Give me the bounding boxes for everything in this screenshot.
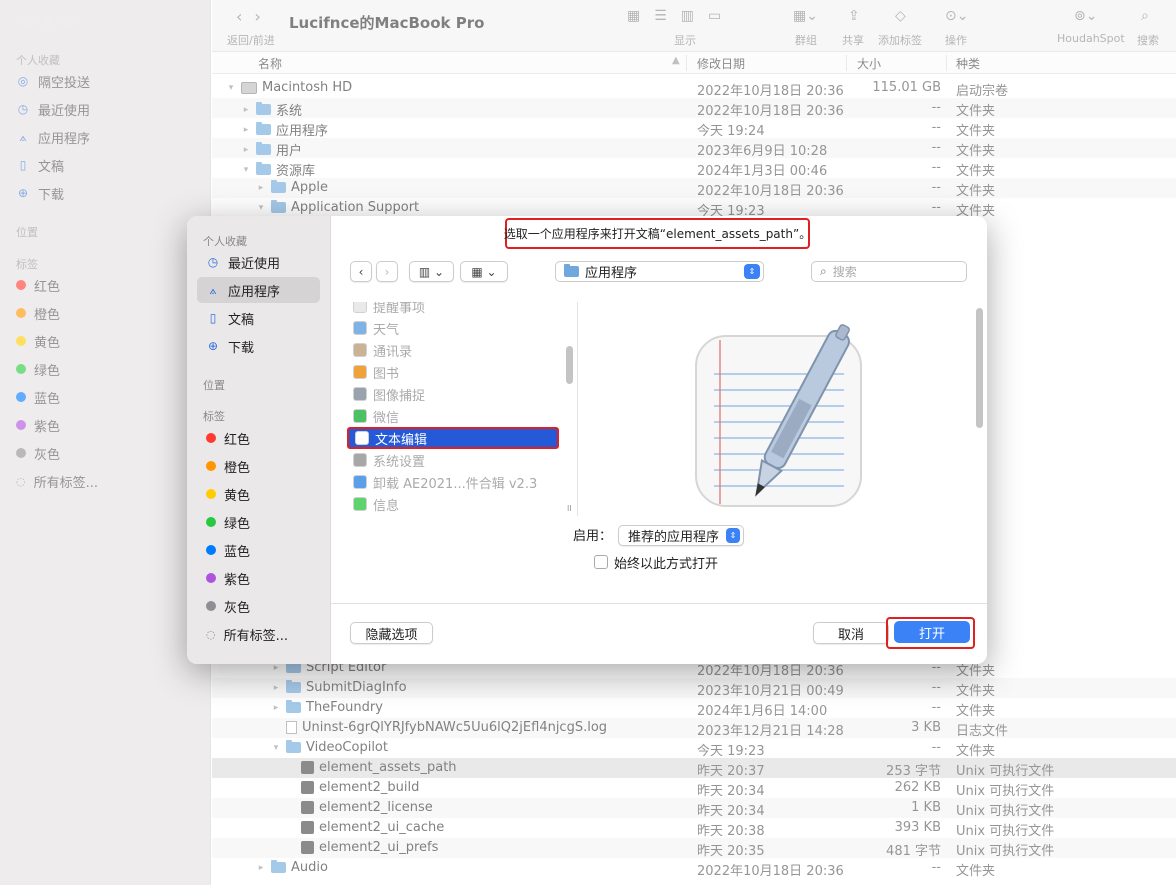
tag-color-dot-icon	[206, 517, 216, 527]
column-resize-handle[interactable]: II	[567, 504, 572, 513]
textedit-app-icon	[695, 324, 862, 507]
dialog-message: 选取一个应用程序来打开文稿“element_assets_path”。	[504, 218, 811, 249]
dialog-sidebar-downloads[interactable]: ⊕ 下载	[197, 333, 320, 359]
app-icon	[353, 343, 367, 357]
app-icon	[353, 387, 367, 401]
app-icon	[353, 475, 367, 489]
tag-5[interactable]: 紫色	[197, 565, 320, 591]
app-item[interactable]: 图书	[347, 361, 559, 383]
all-tags-icon: ◌	[206, 627, 216, 641]
open-with-dialog: 个人收藏 ◷ 最近使用 ⟑ 应用程序 ▯ 文稿 ⊕ 下载 位置 标签 红色 橙色 黄色 绿色蓝…	[187, 216, 987, 664]
app-icon	[353, 302, 367, 313]
search-icon: ⌕	[820, 264, 827, 278]
cancel-button[interactable]: 取消	[813, 622, 889, 644]
app-icon	[355, 431, 369, 445]
dialog-sidebar: 个人收藏 ◷ 最近使用 ⟑ 应用程序 ▯ 文稿 ⊕ 下载 位置 标签 红色 橙色 黄色 绿色蓝…	[187, 216, 331, 664]
app-icon	[353, 365, 367, 379]
dialog-locations-title: 位置	[203, 379, 225, 392]
dialog-sidebar-recents[interactable]: ◷ 最近使用	[197, 249, 320, 275]
enable-popup[interactable]: 推荐的应用程序 ⇕	[618, 525, 744, 546]
grid-icon: ▦ ⌄	[471, 264, 497, 279]
tag-color-dot-icon	[206, 461, 216, 471]
tag-color-dot-icon	[206, 573, 216, 583]
application-list[interactable]: 提醒事项 天气 通讯录 图书 图像捕捉 微信 文本编辑 系统设置 卸载 AE2021...件合辑…	[339, 302, 564, 516]
chevron-right-icon: ›	[384, 264, 390, 279]
tag-2[interactable]: 黄色	[197, 481, 320, 507]
updown-arrow-icon: ⇕	[744, 264, 760, 279]
tag-color-dot-icon	[206, 489, 216, 499]
always-open-checkbox[interactable]	[594, 555, 608, 569]
app-item[interactable]: 提醒事项	[347, 302, 559, 317]
applications-icon: ⟑	[209, 282, 217, 297]
download-icon: ⊕	[207, 339, 219, 353]
updown-arrow-icon: ⇕	[726, 528, 740, 543]
view-columns-button[interactable]: ▥ ⌄	[409, 261, 454, 282]
clock-icon: ◷	[207, 255, 219, 269]
app-icon	[353, 453, 367, 467]
dialog-search-field[interactable]: ⌕ 搜索	[811, 261, 967, 282]
tag-0[interactable]: 红色	[197, 425, 320, 451]
chevron-left-icon: ‹	[358, 264, 364, 279]
group-button[interactable]: ▦ ⌄	[460, 261, 508, 282]
hide-options-button[interactable]: 隐藏选项	[350, 622, 433, 644]
app-preview	[577, 302, 983, 516]
tag-3[interactable]: 绿色	[197, 509, 320, 535]
app-item[interactable]: 天气	[347, 317, 559, 339]
app-item[interactable]: 文本编辑	[347, 427, 559, 449]
document-icon: ▯	[209, 311, 217, 325]
list-scrollbar[interactable]	[566, 346, 573, 384]
app-item[interactable]: 系统设置	[347, 449, 559, 471]
app-icon	[353, 497, 367, 511]
tag-color-dot-icon	[206, 433, 216, 443]
app-item[interactable]: 卸载 AE2021...件合辑 v2.3	[347, 471, 559, 493]
app-item[interactable]: 信息	[347, 493, 559, 515]
forward-button[interactable]: ›	[376, 261, 398, 282]
app-icon	[353, 409, 367, 423]
app-item[interactable]: 微信	[347, 405, 559, 427]
dialog-favorites-title: 个人收藏	[203, 235, 247, 248]
enable-label: 启用：	[573, 529, 613, 544]
tag-6[interactable]: 灰色	[197, 593, 320, 619]
tag-1[interactable]: 橙色	[197, 453, 320, 479]
app-item[interactable]: 图像捕捉	[347, 383, 559, 405]
preview-scrollbar[interactable]	[976, 308, 983, 428]
tag-color-dot-icon	[206, 601, 216, 611]
app-icon	[353, 321, 367, 335]
open-button[interactable]: 打开	[894, 621, 970, 643]
dialog-tags-title: 标签	[203, 410, 225, 423]
location-popup[interactable]: 应用程序 ⇕	[555, 261, 764, 282]
app-item[interactable]: 通讯录	[347, 339, 559, 361]
dialog-sidebar-documents[interactable]: ▯ 文稿	[197, 305, 320, 331]
tag-4[interactable]: 蓝色	[197, 537, 320, 563]
folder-icon	[564, 264, 579, 277]
dialog-sidebar-applications[interactable]: ⟑ 应用程序	[197, 277, 320, 303]
tag-7[interactable]: ◌ 所有标签...	[197, 621, 320, 647]
always-open-label: 始终以此方式打开	[614, 557, 719, 572]
columns-view-icon: ▥ ⌄	[418, 264, 445, 279]
back-button[interactable]: ‹	[350, 261, 372, 282]
tag-color-dot-icon	[206, 545, 216, 555]
